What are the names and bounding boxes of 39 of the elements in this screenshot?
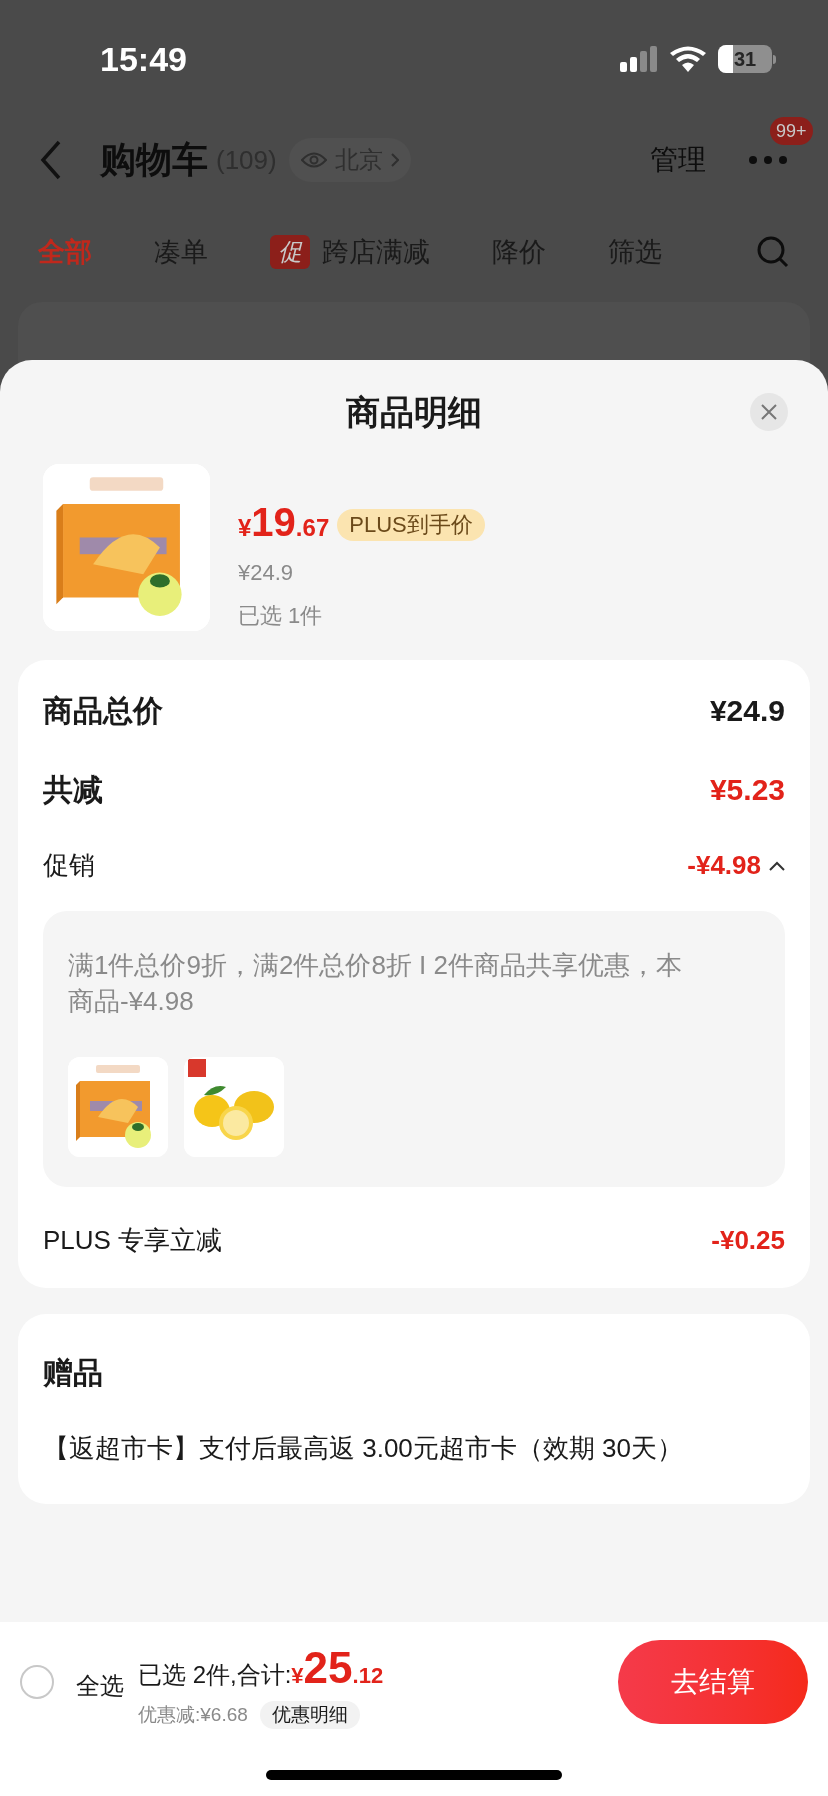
price-tag: PLUS到手价 bbox=[337, 509, 485, 541]
summary-label: 商品总价 bbox=[43, 693, 163, 729]
page-title: 购物车 bbox=[100, 138, 208, 182]
more-icon[interactable] bbox=[748, 155, 788, 165]
summary-value: -¥4.98 bbox=[687, 849, 761, 882]
close-button[interactable] bbox=[750, 393, 788, 431]
promo-tag: 促 bbox=[270, 235, 310, 269]
select-all-label[interactable]: 全选 bbox=[76, 1668, 124, 1704]
summary-label: 共减 bbox=[43, 772, 103, 808]
total-summary: 已选 2件,合计: bbox=[138, 1659, 292, 1690]
selected-count: 已选 1件 bbox=[238, 602, 324, 630]
gift-text: 【返超市卡】支付后最高返 3.00元超市卡（效期 30天） bbox=[43, 1432, 684, 1465]
status-time: 15:49 bbox=[100, 38, 187, 80]
close-icon bbox=[761, 404, 777, 420]
wifi-icon bbox=[670, 46, 706, 72]
notification-badge: 99+ bbox=[770, 117, 813, 145]
summary-label: PLUS 专享立减 bbox=[43, 1224, 223, 1257]
original-price: ¥24.9 bbox=[238, 559, 295, 587]
sheet-title: 商品明细 bbox=[346, 391, 482, 433]
select-all-checkbox[interactable] bbox=[20, 1665, 54, 1699]
summary-value: -¥0.25 bbox=[711, 1224, 785, 1257]
chevron-right-icon bbox=[390, 153, 399, 167]
chevron-icon[interactable] bbox=[769, 860, 785, 871]
summary-value: ¥5.23 bbox=[709, 772, 785, 808]
total-price: ¥25.12 bbox=[291, 1641, 384, 1694]
back-icon[interactable] bbox=[40, 140, 62, 180]
checkout-button[interactable]: 去结算 bbox=[618, 1640, 808, 1724]
saved-amount: 优惠减:¥6.68 bbox=[138, 1702, 248, 1727]
filter-tab[interactable]: 全部 bbox=[38, 231, 92, 273]
promo-text: 满1件总价9折，满2件总价8折 I 2件商品共享优惠，本商品-¥4.98 bbox=[68, 949, 683, 1018]
eye-icon bbox=[300, 151, 327, 169]
manage-button[interactable]: 管理 bbox=[650, 139, 706, 181]
summary-value: ¥24.9 bbox=[709, 693, 785, 729]
discount-detail-button[interactable]: 优惠明细 bbox=[259, 1701, 360, 1729]
gift-title: 赠品 bbox=[43, 1355, 104, 1391]
summary-label: 促销 bbox=[43, 849, 95, 882]
signal-icon bbox=[620, 46, 658, 72]
search-icon[interactable] bbox=[756, 235, 790, 269]
price: ¥19.67 bbox=[238, 499, 330, 546]
